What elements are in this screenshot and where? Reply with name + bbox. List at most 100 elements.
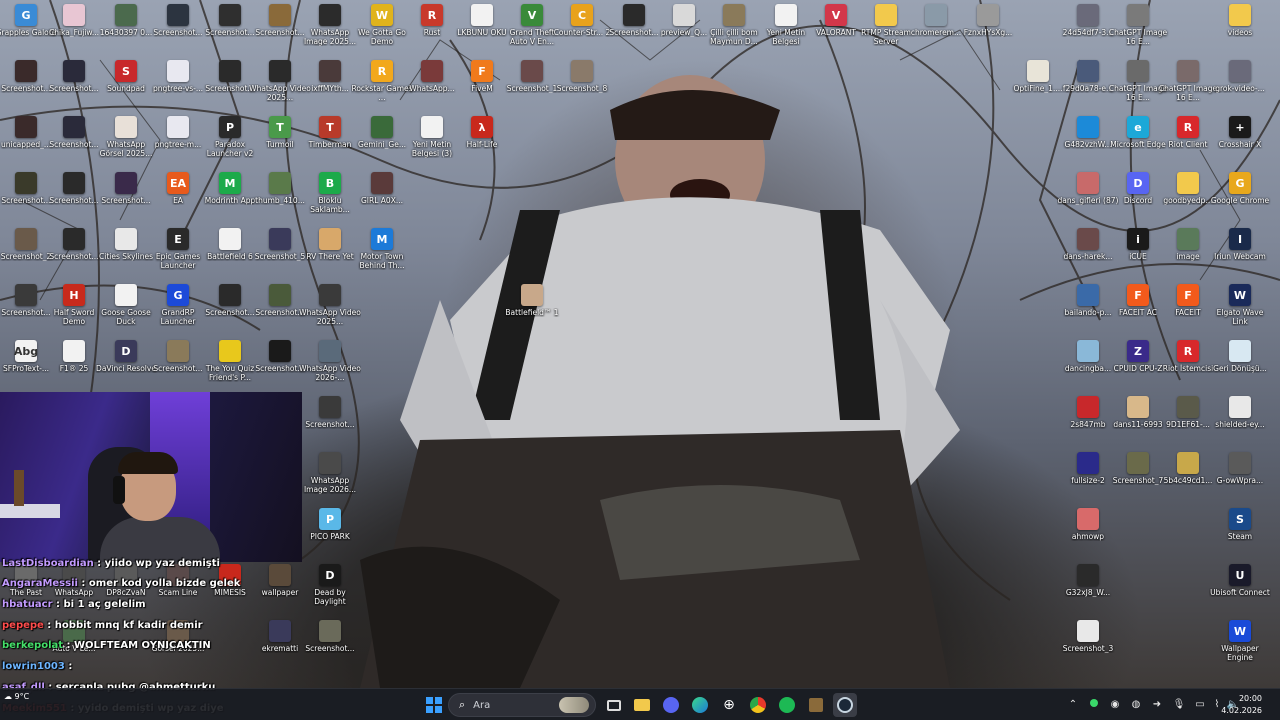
desktop-icon[interactable]: U Ubisoft Connect	[1210, 564, 1270, 620]
desktop-icon[interactable]: EA EA	[152, 172, 204, 228]
desktop-icon[interactable]: I Iriun Webcam	[1214, 228, 1266, 284]
desktop-icon-image: M	[219, 172, 241, 194]
steam-taskbar-button[interactable]	[833, 693, 857, 717]
crosshair-taskbar-button[interactable]: ⊕	[717, 693, 741, 717]
desktop-icon[interactable]: R Riot İstemcisi	[1162, 340, 1214, 396]
desktop-icon[interactable]: WhatsApp Video 2025...	[299, 284, 361, 340]
chat-username[interactable]: pepepe	[2, 620, 44, 631]
desktop-icon[interactable]: T Timberman	[304, 116, 356, 172]
start-button[interactable]	[422, 693, 446, 717]
desktop-icon-label: G-owWpra...	[1216, 476, 1264, 485]
chat-username[interactable]: hbatuacr	[2, 599, 53, 610]
task-view-button[interactable]	[602, 693, 626, 717]
desktop-icon[interactable]: image	[1162, 228, 1214, 284]
desktop-icon[interactable]: Çilli çilli bom Maymun D...	[708, 4, 760, 60]
steam-tray-icon[interactable]: ◍	[1129, 698, 1143, 712]
desktop-icon[interactable]: goodbyedp...	[1162, 172, 1214, 228]
desktop-icon[interactable]: Screenshot...	[152, 4, 204, 60]
desktop-icon[interactable]: Battlefield™ 1	[505, 284, 559, 340]
desktop-icon[interactable]: G32xJ8_W...	[1062, 564, 1114, 620]
desktop-icon-image	[521, 60, 543, 82]
taskbar: ☁ 9°C ⌕ Ara ⊕ ⌃ ◉ ◍ ➜ 🎙 ▭ ⌇ 🔈 20:00 4.02…	[0, 688, 1280, 720]
desktop-icon[interactable]: Screenshot...	[48, 60, 100, 116]
desktop-icon[interactable]: Screenshot...	[304, 396, 356, 452]
desktop-icon[interactable]: pngtree-vs-...	[152, 60, 204, 116]
desktop-icon[interactable]: Goose Goose Duck	[100, 284, 152, 340]
desktop-icon[interactable]: λ Half-Life	[456, 116, 508, 172]
chat-username[interactable]: berkepolat	[2, 640, 63, 651]
desktop-icon[interactable]: Screenshot_3	[1062, 620, 1114, 676]
edge-taskbar-button[interactable]	[688, 693, 712, 717]
desktop-icon[interactable]: WhatsApp Image 2025...	[304, 4, 356, 60]
desktop-icon[interactable]: Screenshot...	[152, 340, 204, 396]
desktop-icon[interactable]: 5b4c49cd1...	[1162, 452, 1214, 508]
chevron-up-icon[interactable]: ⌃	[1066, 698, 1080, 712]
desktop-icon[interactable]: Screenshot...	[304, 620, 356, 676]
desktop-icon[interactable]: ixffMYth...	[304, 60, 356, 116]
desktop-icon[interactable]: 16430397 0...	[100, 4, 152, 60]
desktop-icon[interactable]: Screenshot_8	[556, 60, 608, 116]
desktop-icon[interactable]: ahmowp	[1062, 508, 1114, 564]
desktop-icon[interactable]: GIRL A0X...	[356, 172, 408, 228]
desktop-icon[interactable]: D Dead by Daylight	[304, 564, 356, 620]
desktop-icon[interactable]: Screenshot...	[48, 228, 100, 284]
discord-taskbar-button[interactable]	[659, 693, 683, 717]
security-icon[interactable]: ◉	[1108, 698, 1122, 712]
desktop-icon[interactable]: ChatGPT Image 16 E...	[1109, 4, 1167, 60]
chrome-taskbar-button[interactable]	[746, 693, 770, 717]
desktop-icon[interactable]: R Riot Client	[1162, 116, 1214, 172]
desktop-icon[interactable]: S Soundpad	[100, 60, 152, 116]
desktop-icon[interactable]: shielded-ey...	[1214, 396, 1266, 452]
desktop-icon[interactable]: E Epic Games Launcher	[152, 228, 204, 284]
desktop-icon[interactable]: 9D1EF61-...	[1162, 396, 1214, 452]
chat-username[interactable]: LastDisboardian	[2, 558, 94, 569]
desktop-icon[interactable]: H Half Sword Demo	[48, 284, 100, 340]
spotify-taskbar-button[interactable]	[775, 693, 799, 717]
desktop-icon[interactable]: S Steam	[1214, 508, 1266, 564]
desktop-icon[interactable]: W Elgato Wave Link	[1214, 284, 1266, 340]
chat-username[interactable]: AngaraMessii	[2, 578, 78, 589]
desktop-icon[interactable]: D DaVinci Resolve	[96, 340, 156, 396]
desktop-icon[interactable]: M Motor Town Behind Th...	[356, 228, 408, 284]
microphone-icon[interactable]: 🎙	[1172, 698, 1186, 712]
desktop-icon[interactable]: WhatsApp Video 2026-...	[299, 340, 361, 396]
desktop-icon[interactable]: pngtree-m...	[152, 116, 204, 172]
desktop-icon[interactable]: Screenshot...	[100, 172, 152, 228]
desktop-icon[interactable]: G GrandRP Launcher	[152, 284, 204, 340]
desktop-icon[interactable]: videos	[1214, 4, 1266, 60]
file-explorer-button[interactable]	[630, 693, 654, 717]
desktop-icon[interactable]: B Bloklu Saklamb...	[304, 172, 356, 228]
chat-username[interactable]: lowrin1003	[2, 661, 65, 672]
desktop-icon[interactable]: F FACEIT	[1162, 284, 1214, 340]
desktop-icon[interactable]: + Crosshair X	[1214, 116, 1266, 172]
desktop-icon[interactable]: Geri Dönüşü...	[1213, 340, 1267, 396]
desktop-icon-label: FznxHYsXg...	[963, 28, 1013, 37]
desktop-icon[interactable]: chromerem...	[910, 4, 962, 60]
desktop-icon[interactable]: grok-video-...	[1214, 60, 1266, 116]
desktop-icon[interactable]: FznxHYsXg...	[962, 4, 1014, 60]
desktop-icon[interactable]: F1® 25	[48, 340, 100, 396]
desktop-icon[interactable]: Cities Skylines	[99, 228, 153, 284]
desktop-icon[interactable]: W Wallpaper Engine	[1214, 620, 1266, 676]
weather-widget[interactable]: ☁ 9°C	[4, 691, 29, 702]
arrow-tray-icon[interactable]: ➜	[1150, 698, 1164, 712]
taskbar-clock[interactable]: 20:00 4.02.2026	[1218, 693, 1262, 717]
app-taskbar-button[interactable]	[804, 693, 828, 717]
weather-temp: 9°C	[14, 692, 30, 701]
desktop-icon-label: Dead by Daylight	[314, 588, 346, 606]
desktop-icon[interactable]: G Google Chrome	[1211, 172, 1269, 228]
desktop-icon[interactable]: Screenshot...	[48, 172, 100, 228]
status-dot-icon[interactable]	[1087, 698, 1101, 712]
desktop-icon[interactable]: WhatsApp Image 2026...	[304, 452, 356, 508]
desktop-icon[interactable]: RV There Yet	[304, 228, 356, 284]
desktop-icon[interactable]: ChatGPT Image 16 E...	[1159, 60, 1217, 116]
desktop-icon-image	[63, 116, 85, 138]
desktop-icon[interactable]: WhatsApp Görsel 2025...	[100, 116, 152, 172]
display-icon[interactable]: ▭	[1193, 698, 1207, 712]
desktop-icon[interactable]: P PICO PARK	[304, 508, 356, 564]
desktop-icon[interactable]: G-owWpra...	[1214, 452, 1266, 508]
desktop-icon[interactable]: Chika_Fujiw...	[48, 4, 100, 60]
desktop-icon[interactable]: C Counter-Str... 2	[554, 4, 610, 60]
desktop-icon[interactable]: Screenshot...	[48, 116, 100, 172]
taskbar-search[interactable]: ⌕ Ara	[448, 693, 596, 717]
